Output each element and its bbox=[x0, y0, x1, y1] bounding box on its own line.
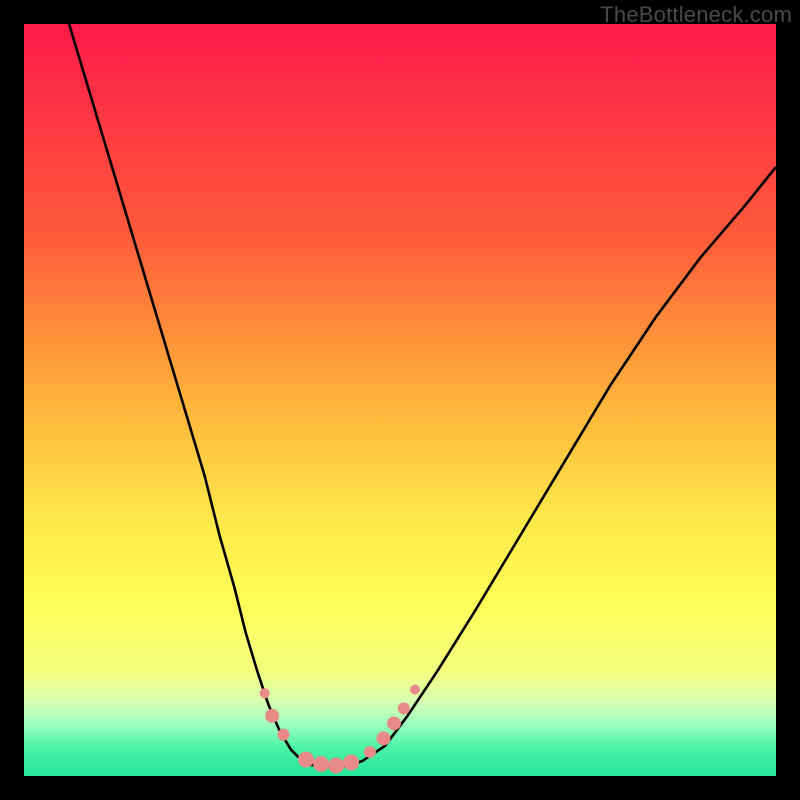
bottleneck-curve-chart bbox=[24, 24, 776, 776]
highlight-marker bbox=[277, 729, 289, 741]
highlight-marker bbox=[398, 702, 410, 714]
chart-frame: TheBottleneck.com bbox=[0, 0, 800, 800]
highlight-marker bbox=[313, 756, 329, 772]
gradient-background bbox=[24, 24, 776, 776]
highlight-marker bbox=[364, 746, 376, 758]
plot-area bbox=[24, 24, 776, 776]
highlight-marker bbox=[260, 688, 270, 698]
highlight-marker bbox=[410, 685, 420, 695]
highlight-marker bbox=[376, 731, 390, 745]
highlight-marker bbox=[265, 709, 279, 723]
highlight-marker bbox=[328, 757, 344, 773]
highlight-marker bbox=[298, 751, 314, 767]
highlight-marker bbox=[343, 754, 359, 770]
highlight-marker bbox=[387, 716, 401, 730]
